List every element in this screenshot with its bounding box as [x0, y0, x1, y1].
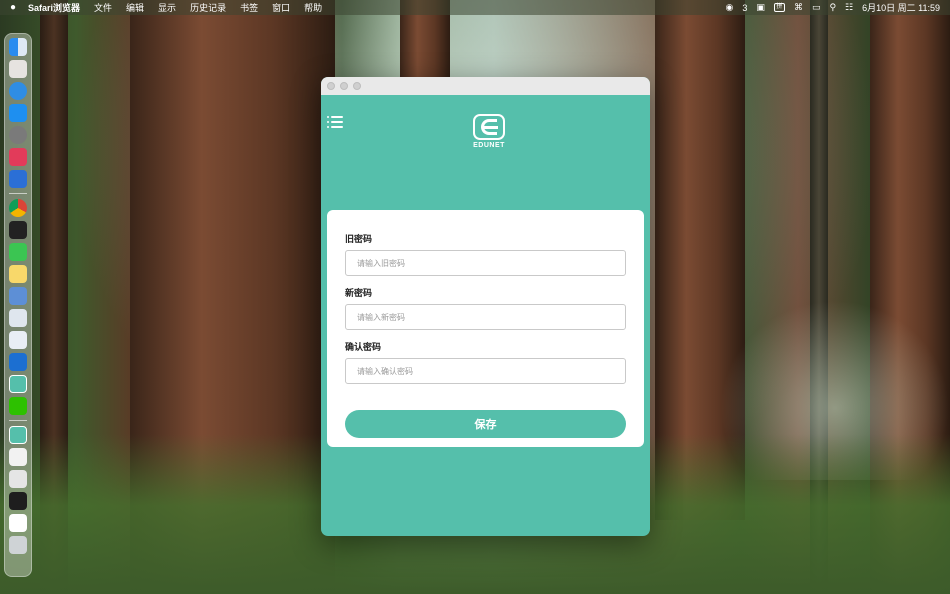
- app-header: EDUNET: [321, 95, 650, 210]
- wechat-status-icon[interactable]: ◉: [726, 2, 734, 13]
- dock: [4, 33, 32, 577]
- file-icon[interactable]: [9, 470, 27, 488]
- file-icon[interactable]: [9, 448, 27, 466]
- edunet-app-icon[interactable]: [9, 426, 27, 444]
- launchpad-icon[interactable]: [9, 60, 27, 78]
- new-password-label: 新密码: [345, 288, 373, 298]
- terminal-icon[interactable]: [9, 221, 27, 239]
- menu-app-name[interactable]: Safari浏览器: [26, 1, 87, 14]
- old-password-group: 旧密码: [345, 232, 626, 276]
- app-window: EDUNET 旧密码 新密码 确认密码 保存: [321, 77, 650, 536]
- wifi-icon[interactable]: ⌘: [794, 2, 803, 13]
- menu-history[interactable]: 历史记录: [183, 1, 233, 14]
- change-password-card: 旧密码 新密码 确认密码 保存: [327, 210, 644, 447]
- save-button[interactable]: 保存: [345, 410, 626, 438]
- menubar-clock[interactable]: 6月10日 周二 11:59: [862, 1, 940, 14]
- input-method-icon[interactable]: 拼: [773, 3, 785, 12]
- menu-bookmarks[interactable]: 书签: [233, 1, 265, 14]
- minimize-window-button[interactable]: [340, 82, 348, 90]
- dock-separator: [9, 193, 27, 194]
- close-window-button[interactable]: [327, 82, 335, 90]
- menu-bar: ● Safari浏览器 文件 编辑 显示 历史记录 书签 窗口 帮助 ◉ 3 ▣…: [0, 0, 950, 15]
- finder-icon[interactable]: [9, 38, 27, 56]
- app-store-icon[interactable]: [9, 104, 27, 122]
- status-area: ◉ 3 ▣ 拼 ⌘ ▭ ⚲ ☷ 6月10日 周二 11:59: [726, 1, 950, 14]
- notes-icon[interactable]: [9, 265, 27, 283]
- flag-app-icon[interactable]: [9, 148, 27, 166]
- safari-icon[interactable]: [9, 82, 27, 100]
- screenshot-icon[interactable]: [9, 492, 27, 510]
- menu-help[interactable]: 帮助: [297, 1, 329, 14]
- menu-edit[interactable]: 编辑: [119, 1, 151, 14]
- wechat-badge: 3: [742, 2, 748, 13]
- chrome-icon[interactable]: [9, 199, 27, 217]
- confirm-password-group: 确认密码: [345, 340, 626, 384]
- notification-app-icon[interactable]: ▣: [756, 2, 765, 13]
- system-settings-icon[interactable]: [9, 126, 27, 144]
- wechat-icon[interactable]: [9, 397, 27, 415]
- window-titlebar[interactable]: [321, 77, 650, 95]
- old-password-label: 旧密码: [345, 234, 373, 244]
- apple-icon[interactable]: ●: [0, 2, 26, 13]
- edunet-app-icon[interactable]: [9, 375, 27, 393]
- logo-text: EDUNET: [473, 142, 505, 149]
- new-password-input[interactable]: [345, 304, 626, 330]
- control-center-icon[interactable]: ☷: [845, 2, 853, 13]
- xcode-icon[interactable]: [9, 170, 27, 188]
- dock-separator: [9, 420, 27, 421]
- menu-file[interactable]: 文件: [87, 1, 119, 14]
- menu-view[interactable]: 显示: [151, 1, 183, 14]
- new-password-group: 新密码: [345, 286, 626, 330]
- old-password-input[interactable]: [345, 250, 626, 276]
- trash-icon[interactable]: [9, 536, 27, 554]
- edunet-logo-icon: [473, 114, 505, 140]
- edunet-logo: EDUNET: [471, 114, 507, 149]
- messages-icon[interactable]: [9, 243, 27, 261]
- battery-icon[interactable]: ▭: [812, 2, 821, 13]
- confirm-password-input[interactable]: [345, 358, 626, 384]
- zoom-window-button[interactable]: [353, 82, 361, 90]
- menu-list-icon[interactable]: [327, 115, 343, 129]
- confirm-password-label: 确认密码: [345, 342, 382, 352]
- search-icon[interactable]: ⚲: [829, 2, 836, 13]
- xcode-simulator-icon[interactable]: [9, 353, 27, 371]
- preview-icon[interactable]: [9, 287, 27, 305]
- folder-icon[interactable]: [9, 514, 27, 532]
- menu-window[interactable]: 窗口: [265, 1, 297, 14]
- screen-app-icon[interactable]: [9, 309, 27, 327]
- accessibility-icon[interactable]: [9, 331, 27, 349]
